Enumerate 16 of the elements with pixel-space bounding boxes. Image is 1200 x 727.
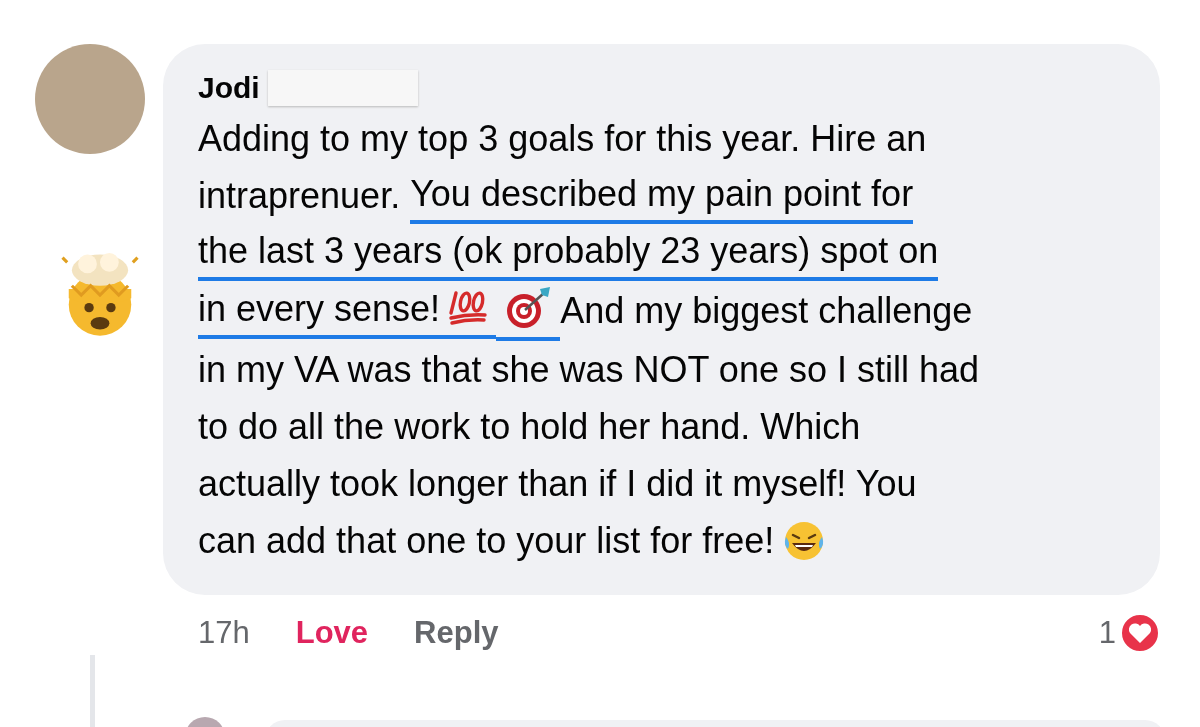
comment-text: in my VA was that she was NOT one so I still had: [198, 347, 979, 392]
love-button[interactable]: Love: [295, 615, 369, 651]
comment-text: can add that one to your list for free!: [198, 518, 775, 563]
reaction-count: 1: [1098, 615, 1116, 651]
comment-text: You described my pain point for: [410, 167, 914, 224]
author-name[interactable]: Jodi: [198, 71, 260, 105]
comment-text: And my biggest challenge: [560, 289, 973, 333]
heart-reaction-icon: [1120, 613, 1160, 653]
comment-text: intraprenuer.: [198, 173, 402, 218]
comment-text: the last 3 years (ok probably 23 years) spot on: [198, 224, 939, 281]
comment-text: actually took longer than if I did it myself! You: [198, 461, 917, 506]
comment-text: to do all the work to hold her hand. Which: [198, 404, 861, 449]
comment-text: in every sense!: [198, 283, 441, 339]
reply-button[interactable]: Reply: [414, 615, 499, 651]
timestamp: 17h: [198, 615, 250, 651]
comment-text: Adding to my top 3 goals for this year. Hire an: [198, 116, 927, 161]
